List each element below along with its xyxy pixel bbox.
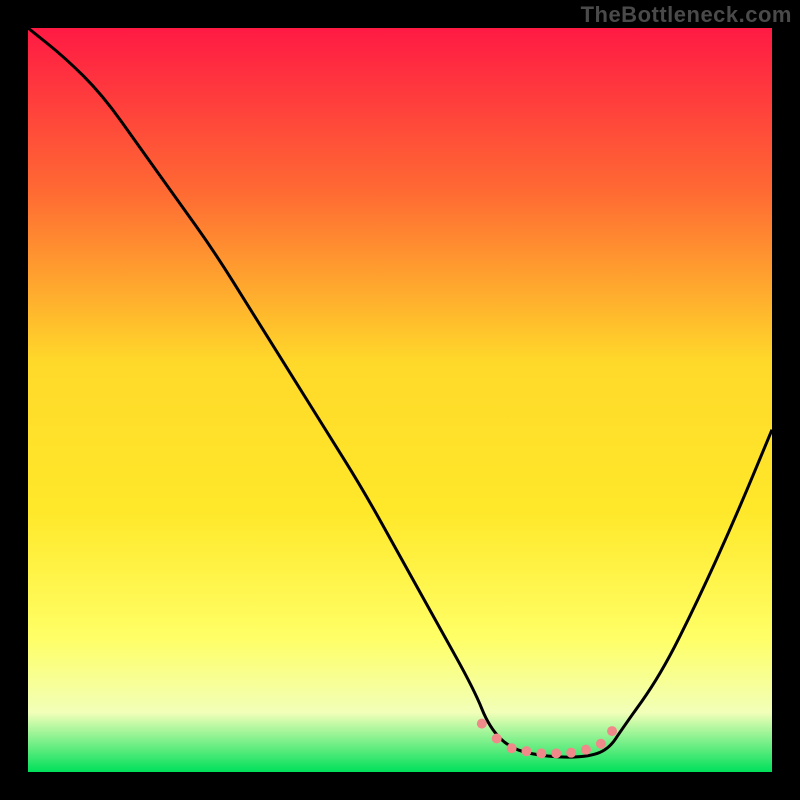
marker-dot [536,748,546,758]
marker-dot [507,743,517,753]
gradient-background [28,28,772,772]
plot-area [28,28,772,772]
chart-frame: TheBottleneck.com [0,0,800,800]
bottleneck-chart [28,28,772,772]
watermark-text: TheBottleneck.com [581,2,792,28]
marker-dot [566,748,576,758]
marker-dot [551,748,561,758]
marker-dot [596,739,606,749]
marker-dot [607,726,617,736]
marker-dot [477,719,487,729]
marker-dot [492,734,502,744]
marker-dot [581,745,591,755]
marker-dot [521,746,531,756]
